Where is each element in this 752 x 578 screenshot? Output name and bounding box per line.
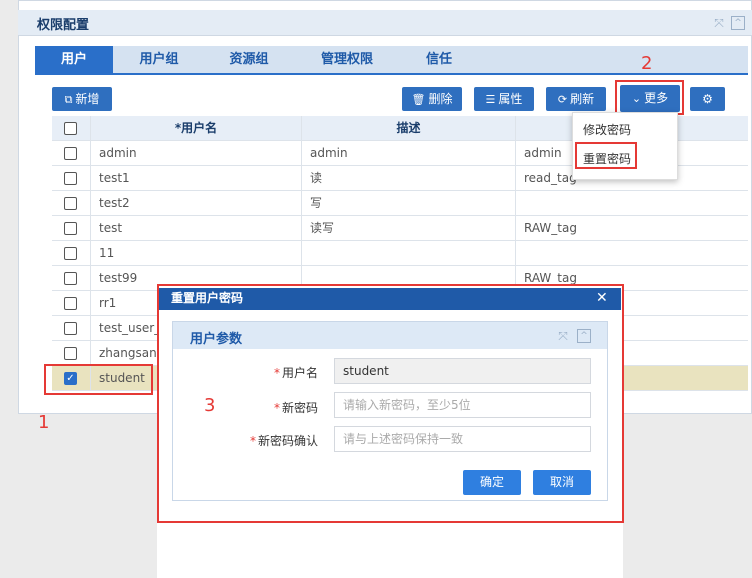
list-icon: ☰ (485, 93, 496, 106)
cell-tag (515, 191, 748, 216)
menu-item-change-password[interactable]: 修改密码 (583, 121, 631, 138)
table-row[interactable]: 11 (52, 241, 748, 266)
more-button-highlight (615, 80, 684, 115)
row-checkbox[interactable] (64, 197, 77, 210)
dialog-highlight (157, 284, 624, 523)
trash-icon: 🗑 (411, 93, 426, 106)
row-checkbox[interactable] (64, 272, 77, 285)
tab-users[interactable]: 用户 (35, 46, 113, 73)
cell-username: test (90, 216, 301, 241)
delete-label: 删除 (428, 92, 453, 106)
tab-resource-groups[interactable]: 资源组 (210, 46, 288, 73)
tab-trust[interactable]: 信任 (400, 46, 478, 73)
row-checkbox[interactable] (64, 172, 77, 185)
settings-button[interactable]: ⚙ (690, 87, 725, 111)
properties-button[interactable]: ☰ 属性 (474, 87, 534, 111)
annotation-2: 2 (641, 53, 653, 74)
cell-tag (515, 241, 748, 266)
cell-description: 写 (301, 191, 515, 216)
cell-username: admin (90, 141, 301, 166)
refresh-label: 刷新 (570, 92, 595, 106)
copy-icon: ⧉ (64, 93, 73, 106)
header-description: 描述 (301, 116, 515, 141)
table-row[interactable]: test2 写 (52, 191, 748, 216)
cell-username: test1 (90, 166, 301, 191)
cell-description (301, 241, 515, 266)
maximize-icon[interactable]: ⤧ (712, 16, 726, 30)
panel-title: 权限配置 (37, 18, 90, 33)
row-checkbox[interactable] (64, 222, 77, 235)
refresh-icon: ⟳ (557, 93, 568, 106)
properties-label: 属性 (498, 92, 523, 106)
selected-row-highlight (44, 364, 153, 395)
cell-description: 读 (301, 166, 515, 191)
reset-password-highlight (575, 142, 637, 169)
row-checkbox[interactable] (64, 247, 77, 260)
refresh-button[interactable]: ⟳ 刷新 (546, 87, 606, 111)
row-checkbox[interactable] (64, 322, 77, 335)
cell-username: 11 (90, 241, 301, 266)
cell-tag: RAW_tag (515, 216, 748, 241)
table-row[interactable]: test 读写 RAW_tag (52, 216, 748, 241)
row-checkbox[interactable] (64, 297, 77, 310)
tab-user-groups[interactable]: 用户组 (120, 46, 198, 73)
gear-icon: ⚙ (702, 92, 713, 106)
add-label: 新增 (75, 92, 100, 106)
header-username: *用户名 (90, 116, 301, 141)
cell-description: admin (301, 141, 515, 166)
annotation-1: 1 (38, 412, 50, 433)
panel-header (18, 10, 752, 36)
select-all-checkbox[interactable] (64, 122, 77, 135)
cell-username: test2 (90, 191, 301, 216)
cell-description: 读写 (301, 216, 515, 241)
collapse-icon[interactable]: ^ (731, 16, 745, 30)
delete-button[interactable]: 🗑 删除 (402, 87, 462, 111)
row-checkbox[interactable] (64, 347, 77, 360)
add-button[interactable]: ⧉ 新增 (52, 87, 112, 111)
row-checkbox[interactable] (64, 147, 77, 160)
tab-admin-permissions[interactable]: 管理权限 (303, 46, 391, 73)
